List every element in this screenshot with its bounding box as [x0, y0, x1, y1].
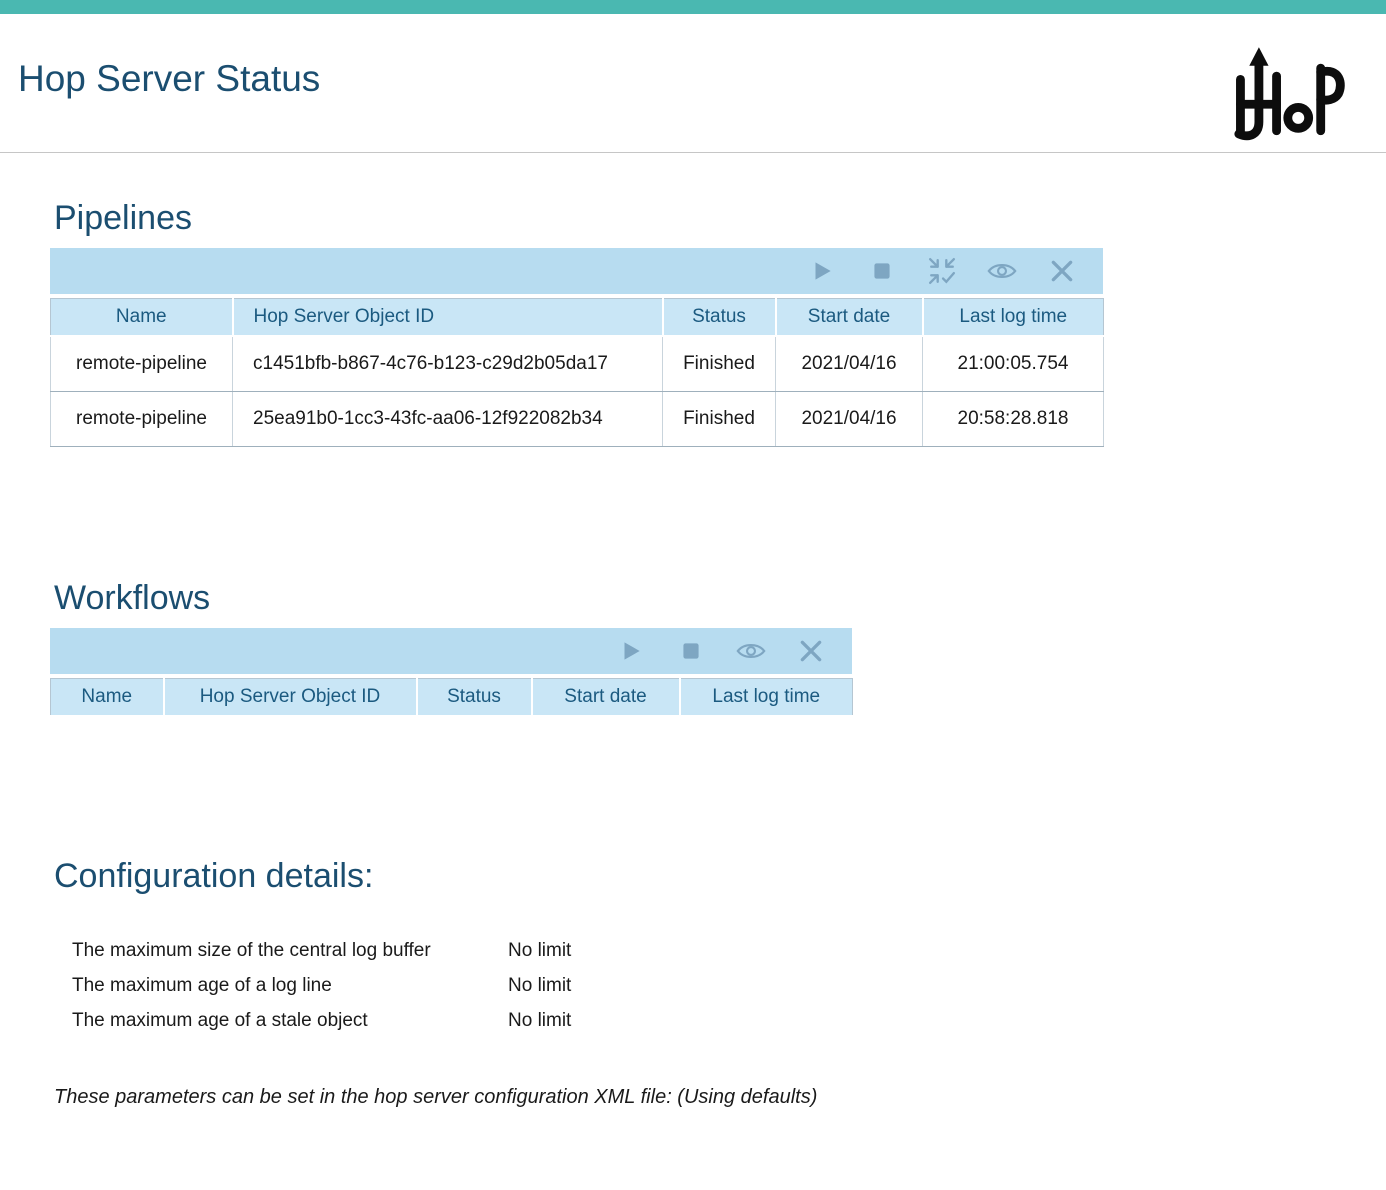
cleanup-icon[interactable]: [927, 256, 957, 286]
column-header-status: Status: [417, 679, 532, 717]
workflows-header-row: Name Hop Server Object ID Status Start d…: [51, 679, 853, 717]
pipelines-section: Pipelines: [50, 199, 1386, 447]
config-label: The maximum age of a stale object: [72, 1010, 508, 1032]
hop-logo: [1226, 36, 1348, 155]
configuration-heading: Configuration details:: [54, 857, 1386, 896]
page-header: Hop Server Status: [0, 14, 1386, 153]
workflows-heading: Workflows: [54, 579, 1386, 618]
configuration-note: These parameters can be set in the hop s…: [54, 1086, 1386, 1109]
pipeline-start-date-cell: 2021/04/16: [776, 392, 923, 447]
configuration-items: The maximum size of the central log buff…: [72, 940, 1386, 1032]
pipelines-heading: Pipelines: [54, 199, 1386, 238]
column-header-start-date: Start date: [776, 299, 923, 337]
workflows-table: Name Hop Server Object ID Status Start d…: [50, 678, 853, 717]
play-icon[interactable]: [807, 256, 837, 286]
view-icon[interactable]: [736, 636, 766, 666]
remove-icon[interactable]: [1047, 256, 1077, 286]
pipelines-toolbar: [50, 248, 1103, 294]
config-row: The maximum age of a stale object No lim…: [72, 1010, 1386, 1032]
pipelines-table: Name Hop Server Object ID Status Start d…: [50, 298, 1104, 447]
play-icon[interactable]: [616, 636, 646, 666]
config-row: The maximum size of the central log buff…: [72, 940, 1386, 962]
pipeline-last-log-cell: 20:58:28.818: [923, 392, 1104, 447]
stop-icon[interactable]: [867, 256, 897, 286]
pipeline-row[interactable]: remote-pipeline c1451bfb-b867-4c76-b123-…: [51, 336, 1104, 392]
config-value: No limit: [508, 940, 571, 962]
pipeline-status-cell: Finished: [663, 336, 776, 392]
column-header-object-id: Hop Server Object ID: [233, 299, 663, 337]
pipeline-id-cell: 25ea91b0-1cc3-43fc-aa06-12f922082b34: [233, 392, 663, 447]
config-label: The maximum age of a log line: [72, 975, 508, 997]
column-header-last-log-time: Last log time: [680, 679, 853, 717]
column-header-name: Name: [51, 679, 164, 717]
remove-icon[interactable]: [796, 636, 826, 666]
pipeline-name-cell: remote-pipeline: [51, 336, 233, 392]
column-header-status: Status: [663, 299, 776, 337]
column-header-start-date: Start date: [532, 679, 680, 717]
pipeline-row[interactable]: remote-pipeline 25ea91b0-1cc3-43fc-aa06-…: [51, 392, 1104, 447]
pipeline-name-cell: remote-pipeline: [51, 392, 233, 447]
pipeline-id-cell: c1451bfb-b867-4c76-b123-c29d2b05da17: [233, 336, 663, 392]
config-value: No limit: [508, 1010, 571, 1032]
stop-icon[interactable]: [676, 636, 706, 666]
workflows-toolbar: [50, 628, 852, 674]
column-header-name: Name: [51, 299, 233, 337]
config-row: The maximum age of a log line No limit: [72, 975, 1386, 997]
pipelines-header-row: Name Hop Server Object ID Status Start d…: [51, 299, 1104, 337]
pipeline-status-cell: Finished: [663, 392, 776, 447]
top-accent-bar: [0, 0, 1386, 14]
view-icon[interactable]: [987, 256, 1017, 286]
page-title: Hop Server Status: [18, 58, 320, 100]
column-header-object-id: Hop Server Object ID: [164, 679, 417, 717]
config-label: The maximum size of the central log buff…: [72, 940, 508, 962]
configuration-section: Configuration details: The maximum size …: [50, 857, 1386, 1109]
workflows-section: Workflows: [50, 579, 1386, 717]
config-value: No limit: [508, 975, 571, 997]
column-header-last-log-time: Last log time: [923, 299, 1104, 337]
pipeline-last-log-cell: 21:00:05.754: [923, 336, 1104, 392]
pipeline-start-date-cell: 2021/04/16: [776, 336, 923, 392]
